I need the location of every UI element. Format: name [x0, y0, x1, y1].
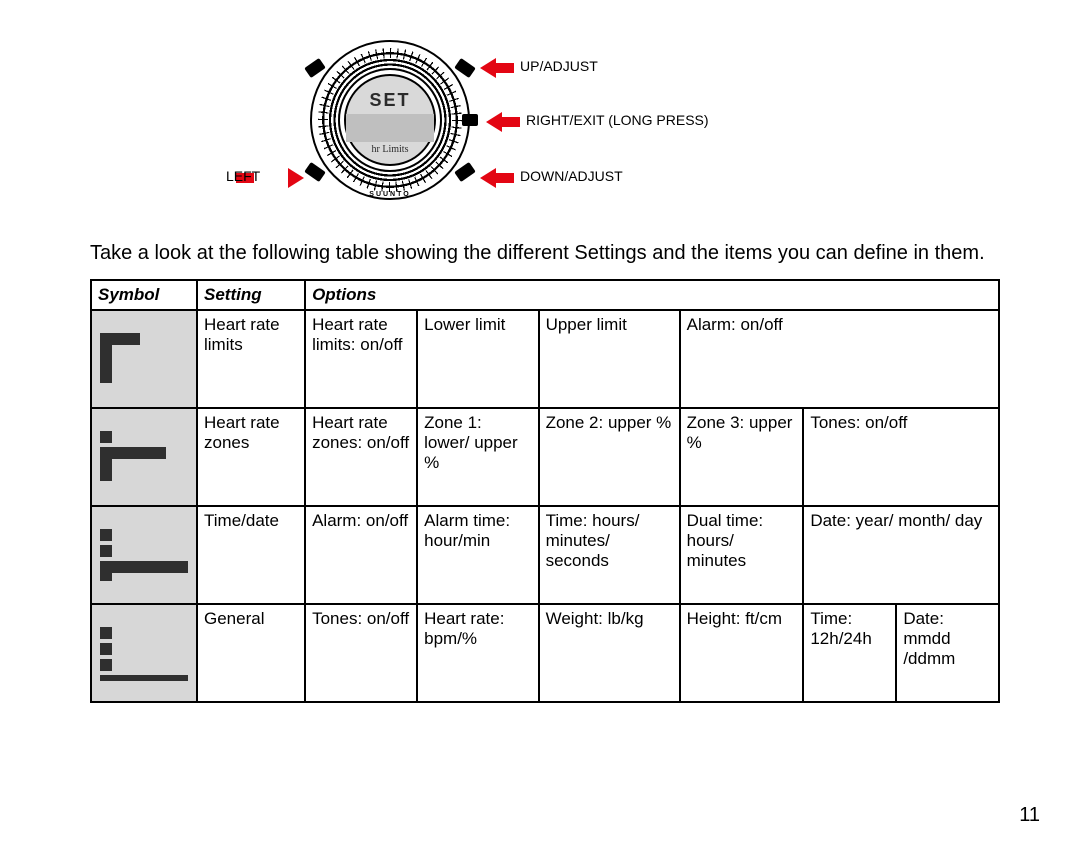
option-cell: Alarm: on/off	[680, 310, 999, 408]
option-cell: Dual time: hours/ minutes	[680, 506, 804, 604]
watch-button-top-right	[454, 58, 476, 78]
option-cell: Date: year/ month/ day	[803, 506, 999, 604]
col-symbol: Symbol	[91, 280, 197, 310]
option-cell: Lower limit	[417, 310, 538, 408]
setting-cell: Heart rate limits	[197, 310, 305, 408]
label-up-adjust: UP/ADJUST	[520, 58, 598, 74]
table-row: General Tones: on/off Heart rate: bpm/% …	[91, 604, 999, 702]
watch-button-diagram: SET hr Limits SUUNTO UP/ADJUST RIGHT/EXI…	[180, 40, 700, 230]
watch-button-bottom-left	[304, 162, 326, 182]
table-header-row: Symbol Setting Options	[91, 280, 999, 310]
manual-page: SET hr Limits SUUNTO UP/ADJUST RIGHT/EXI…	[0, 0, 1080, 855]
watch-display-band	[346, 114, 434, 142]
option-cell: Heart rate: bpm/%	[417, 604, 538, 702]
table-row: Heart rate limits Heart rate limits: on/…	[91, 310, 999, 408]
col-options: Options	[305, 280, 999, 310]
option-cell: Zone 1: lower/ upper %	[417, 408, 538, 506]
option-cell: Upper limit	[539, 310, 680, 408]
symbol-general	[91, 604, 197, 702]
label-down-adjust: DOWN/ADJUST	[520, 168, 623, 184]
setting-cell: Time/date	[197, 506, 305, 604]
symbol-hr-limits	[91, 310, 197, 408]
option-cell: Height: ft/cm	[680, 604, 804, 702]
symbol-hr-zones	[91, 408, 197, 506]
intro-paragraph: Take a look at the following table showi…	[90, 240, 1000, 267]
option-cell: Heart rate zones: on/off	[305, 408, 417, 506]
watch-brand: SUUNTO	[310, 191, 470, 198]
symbol-time-date	[91, 506, 197, 604]
col-setting: Setting	[197, 280, 305, 310]
option-cell: Weight: lb/kg	[539, 604, 680, 702]
setting-cell: General	[197, 604, 305, 702]
option-cell: Zone 2: upper %	[539, 408, 680, 506]
option-cell: Alarm time: hour/min	[417, 506, 538, 604]
watch-display-bottom: hr Limits	[338, 144, 442, 155]
label-left: LEFT	[226, 168, 260, 184]
option-cell: Tones: on/off	[305, 604, 417, 702]
option-cell: Time: 12h/24h	[803, 604, 896, 702]
watch-button-bottom-right	[454, 162, 476, 182]
watch-display-top: SET	[338, 90, 442, 111]
setting-cell: Heart rate zones	[197, 408, 305, 506]
settings-table: Symbol Setting Options Heart rate limits…	[90, 279, 1000, 703]
watch-button-mid-right	[462, 114, 478, 126]
option-cell: Time: hours/ minutes/ seconds	[539, 506, 680, 604]
option-cell: Zone 3: upper %	[680, 408, 804, 506]
watch-illustration: SET hr Limits SUUNTO	[310, 40, 470, 200]
page-number: 11	[1019, 804, 1040, 827]
table-row: Heart rate zones Heart rate zones: on/of…	[91, 408, 999, 506]
label-right-exit: RIGHT/EXIT (LONG PRESS)	[526, 112, 709, 128]
option-cell: Heart rate limits: on/off	[305, 310, 417, 408]
table-row: Time/date Alarm: on/off Alarm time: hour…	[91, 506, 999, 604]
option-cell: Tones: on/off	[803, 408, 999, 506]
option-cell: Alarm: on/off	[305, 506, 417, 604]
option-cell: Date: mmdd /ddmm	[896, 604, 999, 702]
watch-face: SET hr Limits	[338, 68, 442, 172]
